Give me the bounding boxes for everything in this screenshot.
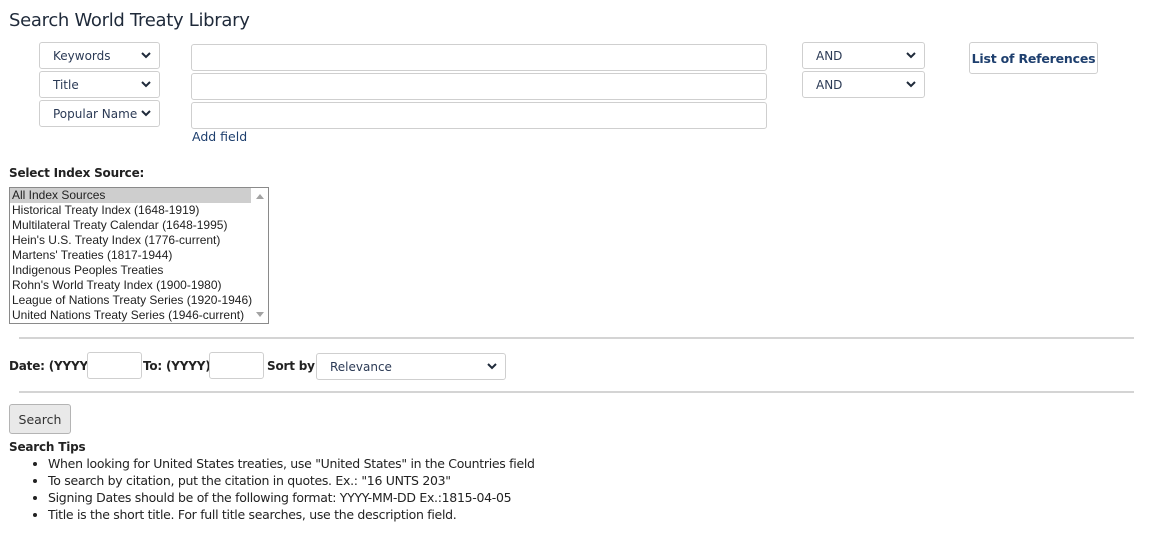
search-tip: To search by citation, put the citation … [48, 472, 535, 489]
search-term-input-2[interactable] [191, 73, 767, 100]
index-source-option[interactable]: Rohn's World Treaty Index (1900-1980) [10, 278, 268, 293]
add-field-link[interactable]: Add field [192, 129, 247, 144]
search-tips-list: When looking for United States treaties,… [30, 455, 535, 523]
field-select-1-value: Keywords [53, 48, 111, 63]
date-to-label: To: (YYYY) [143, 359, 211, 373]
search-tip: When looking for United States treaties,… [48, 455, 535, 472]
index-source-option[interactable]: Indigenous Peoples Treaties [10, 263, 268, 278]
search-tip: Title is the short title. For full title… [48, 506, 535, 523]
operator-select-1[interactable]: AND [802, 42, 925, 69]
field-select-1[interactable]: Keywords [39, 42, 160, 69]
index-source-option[interactable]: All Index Sources [10, 188, 251, 203]
search-tips-heading: Search Tips [9, 440, 86, 454]
chevron-down-icon [485, 360, 499, 374]
index-source-label: Select Index Source: [9, 166, 145, 180]
search-term-input-3[interactable] [191, 102, 767, 129]
chevron-down-icon [904, 78, 918, 92]
divider [19, 391, 1134, 393]
scroll-down-arrow-icon[interactable] [256, 312, 264, 317]
field-select-3-value: Popular Name [53, 106, 138, 121]
search-button[interactable]: Search [9, 404, 71, 434]
index-source-listbox[interactable]: All Index Sources Historical Treaty Inde… [9, 187, 269, 324]
index-source-option[interactable]: United Nations Treaty Series (1946-curre… [10, 308, 268, 323]
index-source-option[interactable]: League of Nations Treaty Series (1920-19… [10, 293, 268, 308]
index-source-option[interactable]: Martens' Treaties (1817-1944) [10, 248, 268, 263]
list-of-references-button[interactable]: List of References [969, 42, 1098, 74]
chevron-down-icon [904, 49, 918, 63]
date-to-input[interactable] [209, 352, 264, 379]
chevron-down-icon [139, 49, 153, 63]
field-select-3[interactable]: Popular Name [39, 100, 160, 127]
sort-by-select[interactable]: Relevance [316, 353, 506, 380]
divider [19, 337, 1134, 339]
chevron-down-icon [139, 107, 153, 121]
listbox-scrollbar[interactable] [252, 188, 268, 323]
field-select-2-value: Title [53, 77, 79, 92]
sort-by-value: Relevance [330, 359, 392, 374]
sort-by-label: Sort by: [267, 359, 320, 373]
scroll-up-arrow-icon[interactable] [256, 194, 264, 199]
index-source-option[interactable]: Historical Treaty Index (1648-1919) [10, 203, 268, 218]
operator-select-2[interactable]: AND [802, 71, 925, 98]
search-term-input-1[interactable] [191, 44, 767, 71]
field-select-2[interactable]: Title [39, 71, 160, 98]
page-title: Search World Treaty Library [9, 10, 250, 31]
date-from-input[interactable] [87, 352, 142, 379]
operator-select-1-value: AND [816, 48, 843, 63]
index-source-option[interactable]: Hein's U.S. Treaty Index (1776-current) [10, 233, 268, 248]
search-tip: Signing Dates should be of the following… [48, 489, 535, 506]
operator-select-2-value: AND [816, 77, 843, 92]
index-source-option[interactable]: Multilateral Treaty Calendar (1648-1995) [10, 218, 268, 233]
date-from-label: Date: (YYYY) [9, 359, 94, 373]
chevron-down-icon [139, 78, 153, 92]
